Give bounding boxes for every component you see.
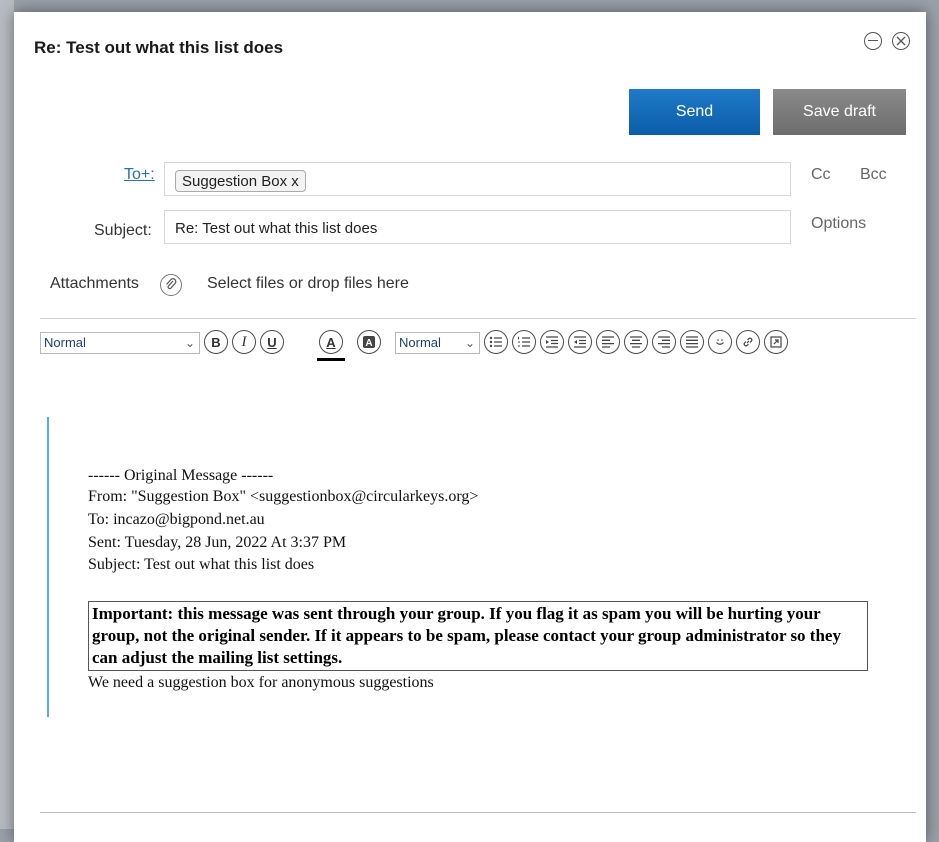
paperclip-icon[interactable]	[160, 274, 182, 296]
align-right-icon[interactable]	[652, 330, 676, 354]
minimize-icon[interactable]	[864, 32, 882, 50]
subject-label: Subject:	[94, 222, 152, 239]
send-button[interactable]: Send	[629, 89, 760, 135]
window-title: Re: Test out what this list does	[34, 38, 284, 57]
quoted-from: From: "Suggestion Box" <suggestionbox@ci…	[88, 488, 479, 505]
paragraph-style-value: Normal	[44, 335, 86, 350]
save-draft-button[interactable]: Save draft	[773, 89, 906, 135]
chevron-down-icon: ⌄	[464, 336, 475, 350]
quoted-subject: Subject: Test out what this list does	[88, 556, 315, 573]
paragraph-style-select[interactable]: Normal ⌄	[40, 332, 200, 354]
to-label-link[interactable]: To+:	[124, 166, 155, 184]
bottom-divider	[40, 812, 916, 813]
close-icon[interactable]	[892, 32, 910, 50]
chevron-down-icon: ⌄	[184, 336, 195, 350]
highlight-icon[interactable]: A	[357, 330, 381, 354]
quoted-to: To: incazo@bigpond.net.au	[88, 511, 265, 528]
options-link[interactable]: Options	[811, 215, 866, 233]
source-icon[interactable]	[764, 330, 788, 354]
cc-link[interactable]: Cc	[811, 166, 831, 184]
recipient-chip[interactable]: Suggestion Box x	[175, 170, 306, 192]
justify-icon[interactable]	[680, 330, 704, 354]
outdent-icon[interactable]	[568, 330, 592, 354]
message-body: We need a suggestion box for anonymous s…	[88, 674, 434, 691]
link-icon[interactable]	[736, 330, 760, 354]
indent-icon[interactable]	[540, 330, 564, 354]
align-left-icon[interactable]	[596, 330, 620, 354]
underline-icon[interactable]: U	[260, 330, 284, 354]
compose-window: Re: Test out what this list does Send Sa…	[14, 12, 926, 842]
attachments-dropzone[interactable]: Select files or drop files here	[207, 275, 409, 293]
font-color-icon[interactable]: A	[319, 330, 343, 354]
svg-text:A: A	[365, 338, 372, 349]
emoji-icon[interactable]	[708, 330, 732, 354]
subject-field[interactable]: Re: Test out what this list does	[164, 210, 791, 244]
bullet-list-icon[interactable]	[484, 330, 508, 354]
original-message-header: ------ Original Message ------	[88, 467, 274, 484]
quote-bar	[47, 417, 49, 717]
numbered-list-icon[interactable]	[512, 330, 536, 354]
divider	[40, 318, 916, 319]
font-size-select[interactable]: Normal ⌄	[395, 332, 480, 354]
group-notice-box: Important: this message was sent through…	[88, 601, 868, 671]
subject-value: Re: Test out what this list does	[175, 220, 378, 237]
font-size-value: Normal	[399, 335, 441, 350]
italic-icon[interactable]: I	[232, 330, 256, 354]
attachments-label: Attachments	[50, 275, 139, 292]
bcc-link[interactable]: Bcc	[860, 166, 887, 184]
background-strip	[0, 0, 14, 829]
align-center-icon[interactable]	[624, 330, 648, 354]
to-field[interactable]: Suggestion Box x	[164, 162, 791, 196]
bold-icon[interactable]: B	[204, 330, 228, 354]
font-color-swatch	[317, 358, 345, 361]
quoted-sent: Sent: Tuesday, 28 Jun, 2022 At 3:37 PM	[88, 534, 347, 551]
